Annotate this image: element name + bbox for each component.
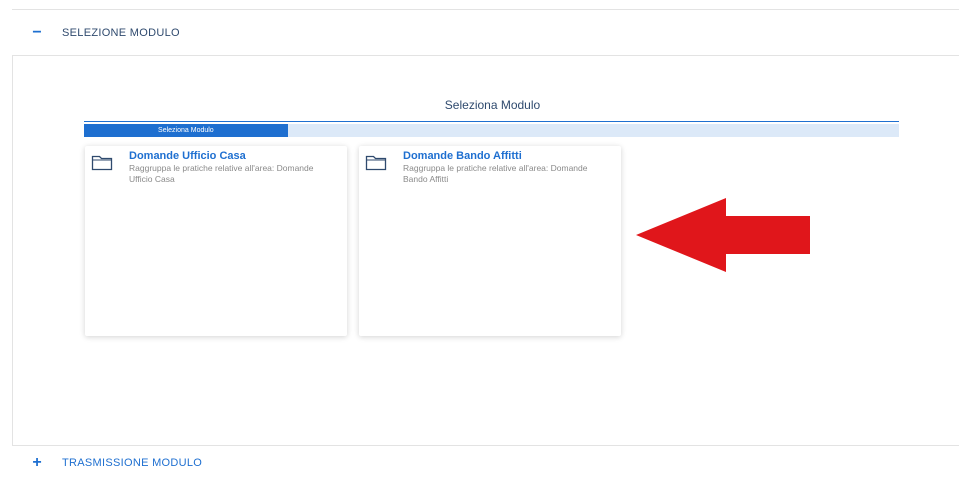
red-arrow-annotation [636, 198, 810, 272]
module-card-ufficio-casa[interactable]: Domande Ufficio Casa Raggruppa le pratic… [85, 146, 347, 336]
folder-icon [365, 155, 387, 171]
card-description: Raggruppa le pratiche relative all'area:… [129, 163, 314, 184]
wizard-divider [84, 121, 899, 122]
section-selezione-modulo-header[interactable]: − SELEZIONE MODULO [12, 11, 959, 56]
card-title: Domande Bando Affitti [403, 150, 522, 162]
module-card-bando-affitti[interactable]: Domande Bando Affitti Raggruppa le prati… [359, 146, 621, 336]
section-title: TRASMISSIONE MODULO [62, 457, 203, 469]
wizard-title: Seleziona Modulo [444, 98, 541, 112]
section-trasmissione-modulo-header[interactable]: + TRASMISSIONE MODULO [12, 446, 959, 480]
section-title: SELEZIONE MODULO [62, 27, 180, 39]
card-title: Domande Ufficio Casa [129, 150, 246, 162]
folder-icon [91, 155, 113, 171]
card-description: Raggruppa le pratiche relative all'area:… [403, 163, 588, 184]
top-divider [12, 9, 959, 10]
step-progress-fill: Seleziona Modulo [84, 124, 288, 137]
expand-icon[interactable]: + [20, 454, 54, 472]
step-progress-bar: Seleziona Modulo [84, 124, 899, 137]
collapse-icon[interactable]: − [20, 24, 54, 42]
